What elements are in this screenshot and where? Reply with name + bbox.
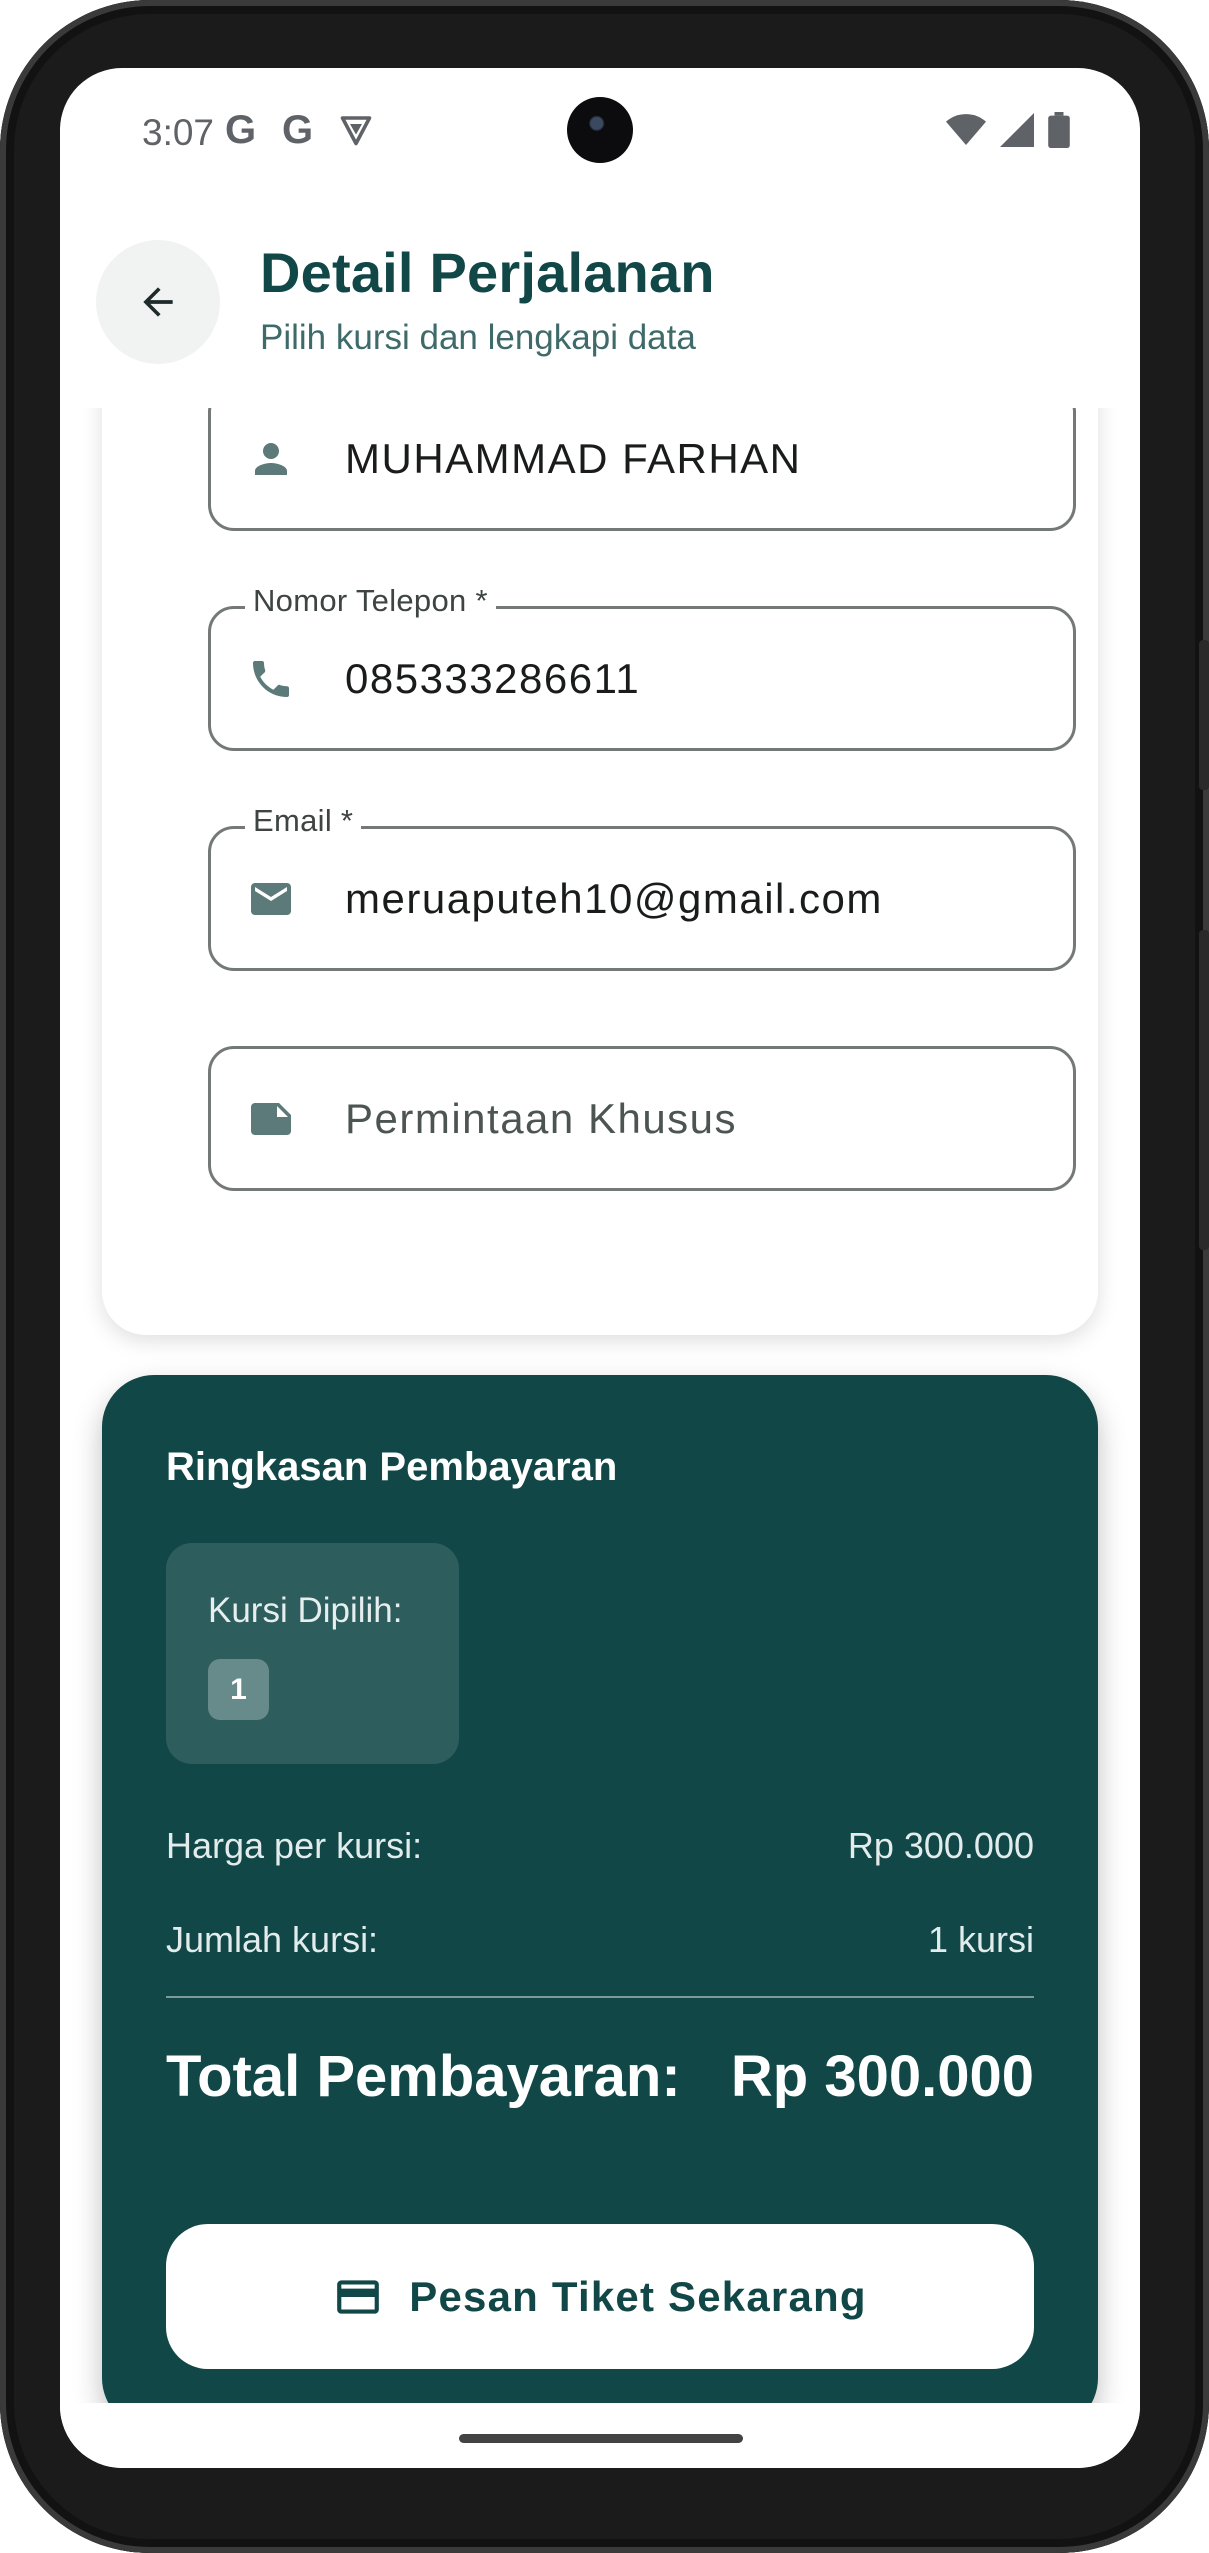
page-title: Detail Perjalanan	[260, 241, 715, 304]
shield-icon	[340, 116, 372, 146]
total-value: Rp 300.000	[730, 2044, 1034, 2109]
phone-label: Nomor Telepon *	[245, 583, 496, 619]
gesture-handle[interactable]	[459, 2434, 743, 2443]
seat-chip: 1	[208, 1659, 269, 1720]
selected-seats-label: Kursi Dipilih:	[208, 1591, 403, 1630]
seat-count-label: Jumlah kursi:	[166, 1919, 379, 1960]
divider	[166, 1996, 1034, 1998]
total-row: Total Pembayaran: Rp 300.000	[166, 2043, 1034, 2110]
special-request-placeholder: Permintaan Khusus	[345, 1094, 738, 1142]
google-notification-icon: G	[282, 108, 314, 152]
signal-icon	[1000, 113, 1034, 147]
battery-icon	[1048, 112, 1070, 148]
volume-button	[1199, 930, 1209, 1250]
google-notification-icon: G	[225, 108, 257, 152]
note-icon	[251, 1102, 291, 1135]
email-value: meruaputeh10@gmail.com	[345, 874, 883, 922]
price-value: Rp 300.000	[847, 1825, 1034, 1866]
power-button	[1199, 640, 1209, 790]
total-label: Total Pembayaran:	[166, 2044, 681, 2109]
screen: 3:07 G G Detail Perjalanan Pilih kursi d…	[60, 68, 1140, 2468]
page-subtitle: Pilih kursi dan lengkapi data	[260, 318, 696, 357]
passenger-form-card: MUHAMMAD FARHAN Nomor Telepon * 08533328…	[102, 408, 1098, 1335]
order-ticket-button[interactable]: Pesan Tiket Sekarang	[166, 2224, 1034, 2369]
price-label: Harga per kursi:	[166, 1825, 423, 1866]
seat-count-row: Jumlah kursi: 1 kursi	[166, 1919, 1034, 1961]
phone-frame: 3:07 G G Detail Perjalanan Pilih kursi d…	[0, 0, 1209, 2553]
back-button[interactable]	[96, 240, 220, 364]
arrow-left-icon	[143, 287, 173, 317]
name-value: MUHAMMAD FARHAN	[345, 434, 802, 482]
app-bar: Detail Perjalanan Pilih kursi dan lengka…	[60, 198, 1140, 408]
scroll-content[interactable]: MUHAMMAD FARHAN Nomor Telepon * 08533328…	[60, 408, 1140, 2403]
special-request-field[interactable]: Permintaan Khusus	[208, 1046, 1076, 1191]
email-field[interactable]: Email * meruaputeh10@gmail.com	[208, 803, 1076, 971]
front-camera	[567, 97, 633, 163]
status-bar: 3:07 G G	[60, 68, 1140, 198]
wifi-icon	[946, 114, 986, 145]
order-button-label: Pesan Tiket Sekarang	[409, 2272, 867, 2320]
status-icons	[946, 112, 1070, 148]
phone-value: 085333286611	[345, 654, 641, 702]
payment-summary-card: Ringkasan Pembayaran Kursi Dipilih: 1 Ha…	[102, 1375, 1098, 2403]
price-row: Harga per kursi: Rp 300.000	[166, 1825, 1034, 1867]
phone-field[interactable]: Nomor Telepon * 085333286611	[208, 583, 1076, 751]
seat-count-value: 1 kursi	[927, 1919, 1034, 1960]
payment-heading: Ringkasan Pembayaran	[166, 1445, 618, 1489]
email-label: Email *	[245, 803, 362, 839]
selected-seats-box: Kursi Dipilih: 1	[166, 1543, 459, 1764]
person-icon	[255, 442, 287, 475]
name-field[interactable]: MUHAMMAD FARHAN	[208, 408, 1076, 531]
mail-icon	[251, 882, 291, 915]
phone-icon	[253, 660, 289, 697]
credit-card-icon	[337, 2279, 380, 2314]
status-time: 3:07	[142, 112, 215, 153]
